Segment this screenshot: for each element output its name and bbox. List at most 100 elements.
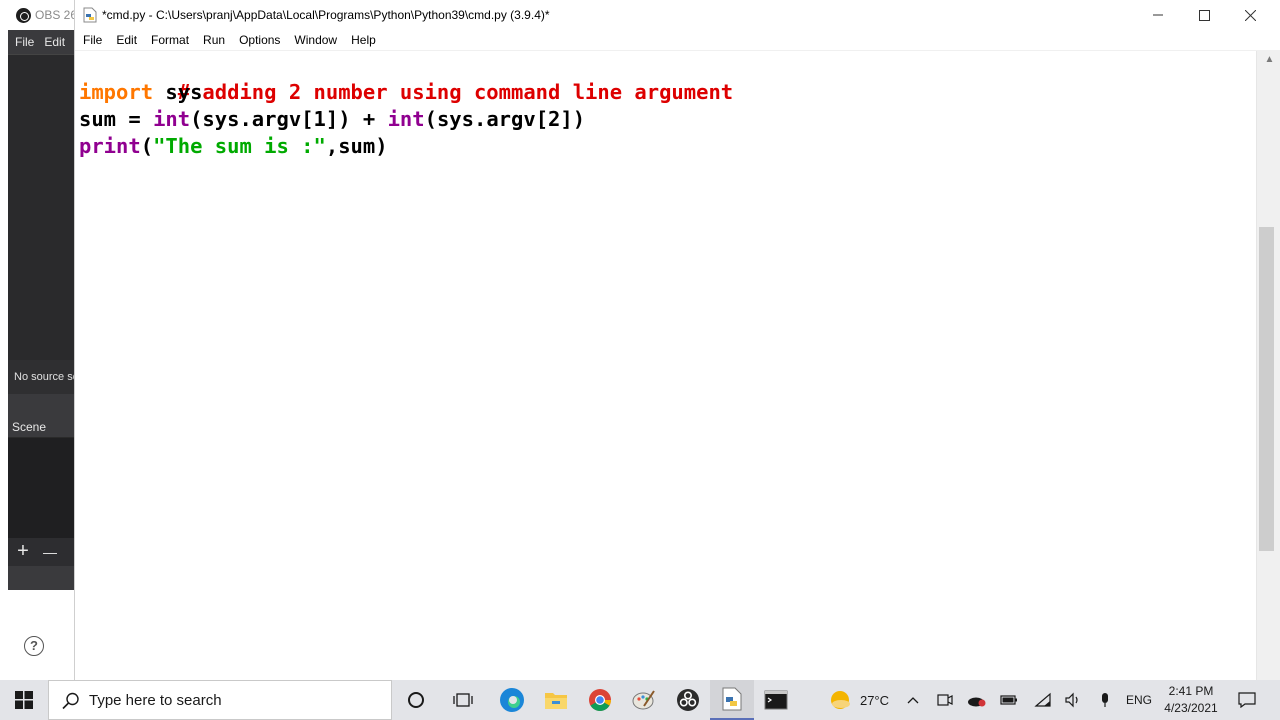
chevron-up-icon xyxy=(907,697,919,704)
terminal-icon xyxy=(764,690,788,710)
obs-no-source-label: No source se xyxy=(8,360,74,394)
python-idle-button[interactable] xyxy=(710,680,754,720)
input-language-button[interactable]: ENG xyxy=(1122,680,1156,720)
maximize-button[interactable] xyxy=(1181,0,1227,30)
weather-temperature: 27°C xyxy=(859,692,890,708)
battery-button[interactable] xyxy=(998,680,1020,720)
clock[interactable]: 2:41 PM 4/23/2021 xyxy=(1158,683,1224,717)
language-label: ENG xyxy=(1125,693,1152,707)
builtin-token: int xyxy=(153,107,191,131)
cortana-button[interactable] xyxy=(394,680,438,720)
menu-options[interactable]: Options xyxy=(232,30,287,51)
battery-icon xyxy=(1000,695,1017,705)
code-text: sys xyxy=(153,80,203,104)
add-scene-button[interactable]: + xyxy=(11,538,35,564)
obs-menu-edit[interactable]: Edit xyxy=(37,35,68,49)
idle-title-bar[interactable]: *cmd.py - C:\Users\pranj\AppData\Local\P… xyxy=(75,0,1280,30)
code-text: (sys.argv[2]) xyxy=(424,107,586,131)
weather-widget[interactable]: 27°C xyxy=(824,680,894,720)
obs-preview-area xyxy=(8,54,74,360)
wifi-button[interactable] xyxy=(1032,680,1054,720)
obs-scene-controls: + — xyxy=(8,538,74,566)
task-view-button[interactable] xyxy=(441,680,485,720)
maximize-icon xyxy=(1198,9,1210,21)
action-center-button[interactable] xyxy=(1234,680,1260,720)
builtin-token: print xyxy=(79,134,141,158)
obs-menu-file[interactable]: File xyxy=(8,35,37,49)
edge-icon xyxy=(500,688,524,712)
notification-icon xyxy=(1238,692,1256,708)
menu-run[interactable]: Run xyxy=(196,30,232,51)
obs-scene-list[interactable] xyxy=(8,438,74,538)
builtin-token: int xyxy=(387,107,425,131)
taskbar-search-box[interactable]: Type here to search xyxy=(48,680,392,720)
code-line-1: # adding 2 number using command line arg… xyxy=(79,52,733,104)
string-token: "The sum is :" xyxy=(153,134,326,158)
code-text: ,sum) xyxy=(325,134,388,158)
code-text: ( xyxy=(140,134,154,158)
terminal-button[interactable] xyxy=(754,680,798,720)
task-view-icon xyxy=(453,693,473,707)
volume-icon xyxy=(1065,692,1078,708)
python-file-icon xyxy=(83,7,97,23)
python-idle-icon xyxy=(722,687,742,711)
obs-button[interactable] xyxy=(666,680,710,720)
scrollbar-thumb[interactable] xyxy=(1259,227,1274,551)
window-title: *cmd.py - C:\Users\pranj\AppData\Local\P… xyxy=(102,8,550,22)
close-icon xyxy=(1244,9,1256,21)
menu-window[interactable]: Window xyxy=(287,30,344,51)
chrome-icon xyxy=(589,689,611,711)
meet-now-icon xyxy=(937,694,953,706)
close-button[interactable] xyxy=(1227,0,1273,30)
remove-scene-button[interactable]: — xyxy=(38,539,62,565)
scroll-up-icon[interactable]: ▲ xyxy=(1257,51,1280,69)
file-explorer-button[interactable] xyxy=(534,680,578,720)
code-line-4: print("The sum is :",sum) xyxy=(79,133,388,160)
volume-button[interactable] xyxy=(1062,680,1084,720)
clock-date: 4/23/2021 xyxy=(1164,701,1218,715)
menu-help[interactable]: Help xyxy=(344,30,383,51)
microphone-icon xyxy=(1102,693,1108,707)
obs-title: OBS 26 xyxy=(35,8,78,22)
code-text: (sys.argv[1]) + xyxy=(190,107,388,131)
wifi-icon xyxy=(1034,692,1051,707)
menu-file[interactable]: File xyxy=(75,30,109,51)
paint-icon xyxy=(632,690,655,710)
microphone-button[interactable] xyxy=(1094,680,1116,720)
obs-divider xyxy=(8,394,74,416)
chrome-button[interactable] xyxy=(578,680,622,720)
search-icon xyxy=(62,692,79,710)
taskbar: Type here to search 27°C ENG 2:41 PM 4/2… xyxy=(0,680,1280,720)
onedrive-button[interactable] xyxy=(966,680,988,720)
idle-editor-window: *cmd.py - C:\Users\pranj\AppData\Local\P… xyxy=(74,0,1280,680)
minimize-button[interactable] xyxy=(1135,0,1181,30)
keyword-token: import xyxy=(79,80,154,104)
code-line-2: import sys xyxy=(79,79,202,106)
search-placeholder: Type here to search xyxy=(89,691,222,709)
obs-scene-header: Scene xyxy=(8,416,74,438)
code-editor[interactable]: # adding 2 number using command line arg… xyxy=(76,51,1256,680)
desktop: OBS 26 File Edit No source se Scene + — ?… xyxy=(0,0,1280,720)
file-explorer-icon xyxy=(545,693,567,709)
obs-lower-bar xyxy=(8,566,74,590)
minimize-icon xyxy=(1153,14,1163,16)
obs-menu-bar: File Edit xyxy=(8,30,74,54)
paint-button[interactable] xyxy=(622,680,666,720)
code-text: sum = xyxy=(79,107,154,131)
start-button[interactable] xyxy=(0,680,48,720)
help-icon[interactable]: ? xyxy=(24,636,44,656)
edge-button[interactable] xyxy=(490,680,534,720)
show-hidden-icons-button[interactable] xyxy=(902,680,924,720)
cortana-icon xyxy=(408,692,424,708)
meet-now-button[interactable] xyxy=(934,680,956,720)
menu-format[interactable]: Format xyxy=(144,30,196,51)
vertical-scrollbar[interactable]: ▲ xyxy=(1256,51,1280,680)
clock-time: 2:41 PM xyxy=(1168,684,1214,698)
sunny-cloud-icon xyxy=(830,691,850,709)
windows-logo-icon xyxy=(15,691,33,709)
obs-icon xyxy=(677,689,699,711)
obs-logo-icon xyxy=(16,7,31,23)
menu-edit[interactable]: Edit xyxy=(109,30,144,51)
comment-token: # adding 2 number using command line arg… xyxy=(177,80,734,104)
onedrive-icon xyxy=(968,697,986,707)
